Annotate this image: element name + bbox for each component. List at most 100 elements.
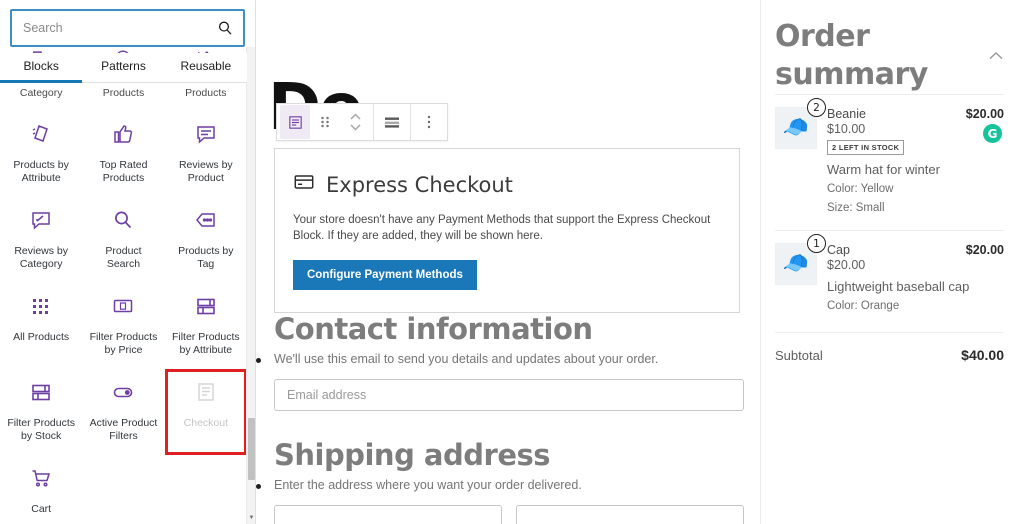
product-description: Lightweight baseball cap <box>827 279 970 294</box>
quantity-badge: 2 <box>807 98 826 117</box>
block-inserter-panel: Blocks Patterns Reusable Category Produc… <box>0 0 256 524</box>
block-label: Active Product Filters <box>89 417 158 442</box>
shipping-subtext-wrap: Enter the address where you want your or… <box>256 478 744 492</box>
search-area <box>0 0 255 47</box>
cart-line-item: 🧢 2 Beanie $20.00 $10.00 2 LEFT IN STOCK… <box>775 94 1004 230</box>
block-item-filter-products-by-price[interactable]: Filter Products by Price <box>82 283 164 369</box>
block-label: Top Rated Products <box>99 159 148 184</box>
subtotal-value: $40.00 <box>961 347 1004 363</box>
tab-patterns[interactable]: Patterns <box>82 53 164 82</box>
block-label: All Products <box>13 331 70 343</box>
shipping-subtext: Enter the address where you want your or… <box>274 478 582 492</box>
block-item-checkout[interactable]: Checkout <box>164 369 247 455</box>
credit-card-icon <box>293 171 315 198</box>
quantity-badge: 1 <box>807 234 826 253</box>
block-label: Filter Products by Attribute <box>171 331 240 356</box>
partial-label-1: Category <box>19 87 63 99</box>
block-grid: Products by Attribute Top Rated Products <box>0 99 247 524</box>
drag-handle-icon[interactable] <box>310 105 340 139</box>
contact-heading: Contact information <box>274 312 593 346</box>
block-list-scroll[interactable]: Category Products Products Products by A… <box>0 85 247 524</box>
editor-window: Blocks Patterns Reusable Category Produc… <box>0 0 1024 524</box>
tab-blocks[interactable]: Blocks <box>0 53 83 83</box>
product-attribute: Size: Small <box>827 202 885 214</box>
cart-item-top: Beanie $20.00 <box>827 107 1004 121</box>
search-box[interactable] <box>10 9 245 47</box>
inserter-tabs: Blocks Patterns Reusable <box>0 53 247 83</box>
configure-payment-methods-button[interactable]: Configure Payment Methods <box>293 260 477 290</box>
shipping-name-row <box>274 505 744 524</box>
contact-subtext: We'll use this email to send you details… <box>274 352 659 366</box>
block-label: Product Search <box>105 245 142 270</box>
move-up-down-icon[interactable] <box>340 105 370 139</box>
chevron-up-icon[interactable] <box>988 48 1004 66</box>
list-bullet-icon <box>256 358 261 363</box>
express-checkout-block[interactable]: Express Checkout Your store doesn't have… <box>274 148 740 313</box>
partial-label-2: Products <box>102 87 145 99</box>
search-input[interactable] <box>12 11 243 45</box>
block-label: Checkout <box>183 417 228 429</box>
stock-badge: 2 LEFT IN STOCK <box>827 140 905 155</box>
block-item-reviews-by-product[interactable]: Reviews by Product <box>165 111 247 197</box>
toolbar-group-primary <box>277 104 373 140</box>
product-thumbnail-wrap: 🧢 1 <box>775 234 826 314</box>
money-icon <box>111 293 135 319</box>
partial-row-labels: Category Products Products <box>0 85 247 99</box>
inserter-scrollbar[interactable]: ▲ ▼ <box>246 0 255 524</box>
block-label: Cart <box>31 503 52 515</box>
align-icon[interactable] <box>377 105 407 139</box>
block-item-filter-products-by-attribute[interactable]: Filter Products by Attribute <box>165 283 247 369</box>
shipping-field-two[interactable] <box>516 505 744 524</box>
block-item-products-by-tag[interactable]: Products by Tag <box>165 197 247 283</box>
block-toolbar <box>276 103 448 141</box>
product-unit-price: $20.00 <box>827 258 866 272</box>
express-checkout-header: Express Checkout <box>293 171 721 198</box>
block-item-reviews-by-category[interactable]: Reviews by Category <box>0 197 82 283</box>
stacked-bars-icon <box>194 293 218 319</box>
grid-dots-icon <box>29 293 53 319</box>
product-name: Beanie <box>827 107 866 121</box>
express-checkout-description: Your store doesn't have any Payment Meth… <box>293 214 711 242</box>
block-item-active-product-filters[interactable]: Active Product Filters <box>82 369 164 455</box>
magnifier-icon <box>111 207 135 233</box>
block-label: Reviews by Category <box>14 245 68 270</box>
cart-icon <box>29 465 53 491</box>
comment-pencil-icon <box>29 207 53 233</box>
toolbar-group-align <box>374 104 410 140</box>
grammarly-icon[interactable]: G <box>983 124 1002 143</box>
shipping-heading: Shipping address <box>274 438 551 472</box>
email-field[interactable]: Email address <box>274 379 744 411</box>
scroll-down-icon[interactable]: ▼ <box>247 512 255 523</box>
product-attribute: Color: Yellow <box>827 183 894 195</box>
toolbar-group-more <box>411 104 447 140</box>
express-checkout-title: Express Checkout <box>326 172 513 197</box>
block-item-all-products[interactable]: All Products <box>0 283 82 369</box>
block-type-checkout-icon[interactable] <box>280 105 310 139</box>
search-icon <box>217 20 233 36</box>
cart-item-top: Cap $20.00 <box>827 243 1004 257</box>
product-line-total: $20.00 <box>965 107 1004 121</box>
tab-reusable[interactable]: Reusable <box>165 53 247 82</box>
more-options-icon[interactable] <box>414 105 444 139</box>
product-description: Warm hat for winter <box>827 162 940 177</box>
cart-item-body: Cap $20.00 $20.00 Lightweight baseball c… <box>827 243 1004 314</box>
order-summary-panel: Order summary 🧢 2 Beanie $20.00 $10.00 2… <box>760 0 1024 524</box>
block-item-products-by-attribute[interactable]: Products by Attribute <box>0 111 82 197</box>
shipping-field-one[interactable] <box>274 505 502 524</box>
block-item-top-rated-products[interactable]: Top Rated Products <box>82 111 164 197</box>
checkout-form-icon <box>194 379 218 405</box>
cart-line-item: 🧢 1 Cap $20.00 $20.00 Lightweight baseba… <box>775 230 1004 328</box>
block-label: Products by Tag <box>178 245 234 270</box>
order-summary-title: Order summary <box>775 19 928 92</box>
scrollbar-thumb[interactable] <box>248 418 255 480</box>
product-thumbnail-wrap: 🧢 2 <box>775 98 826 216</box>
editor-canvas: Do <box>256 0 760 524</box>
block-item-filter-products-by-stock[interactable]: Filter Products by Stock <box>0 369 82 455</box>
email-placeholder: Email address <box>287 388 367 402</box>
block-item-cart[interactable]: Cart <box>0 455 82 524</box>
product-unit-price: $10.00 <box>827 122 866 136</box>
product-name: Cap <box>827 243 850 257</box>
products-by-attribute-icon <box>29 121 53 147</box>
shipping-address-section: Shipping address Enter the address where… <box>256 438 744 524</box>
block-item-product-search[interactable]: Product Search <box>82 197 164 283</box>
